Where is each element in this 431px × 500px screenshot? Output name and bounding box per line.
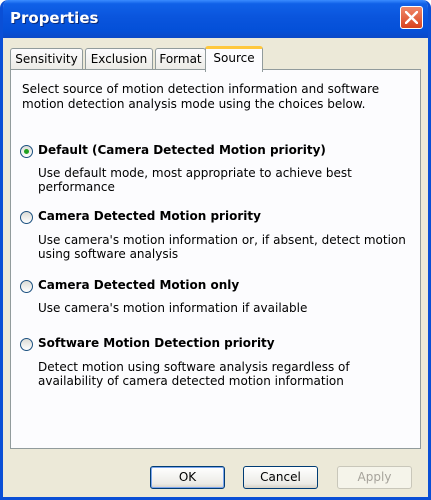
close-button[interactable] — [400, 6, 423, 29]
ok-button[interactable]: OK — [150, 466, 225, 489]
apply-button[interactable]: Apply — [337, 466, 412, 489]
source-panel: Select source of motion detection inform… — [10, 69, 421, 449]
tab-sensitivity[interactable]: Sensitivity — [10, 48, 83, 69]
tab-exclusion[interactable]: Exclusion — [85, 48, 153, 69]
intro-text: Select source of motion detection inform… — [22, 82, 380, 111]
description-software-priority: Detect motion using software analysis re… — [38, 360, 350, 388]
radio-button-default[interactable] — [20, 145, 33, 158]
description-camera-priority: Use camera's motion information or, if a… — [38, 233, 406, 261]
radio-label-camera-priority[interactable]: Camera Detected Motion priority — [38, 209, 261, 223]
window-title: Properties — [10, 9, 99, 27]
radio-label-default[interactable]: Default (Camera Detected Motion priority… — [38, 143, 326, 157]
description-camera-only: Use camera's motion information if avail… — [38, 301, 308, 315]
radio-button-software-priority[interactable] — [20, 338, 33, 351]
radio-button-camera-only[interactable] — [20, 280, 33, 293]
close-icon — [405, 11, 418, 24]
tab-source[interactable]: Source — [205, 46, 263, 72]
title-bar[interactable]: Properties — [3, 0, 428, 38]
radio-button-camera-priority[interactable] — [20, 211, 33, 224]
radio-label-software-priority[interactable]: Software Motion Detection priority — [38, 336, 275, 350]
radio-selected-dot — [24, 149, 29, 154]
tab-format[interactable]: Format — [155, 48, 206, 69]
radio-label-camera-only[interactable]: Camera Detected Motion only — [38, 278, 239, 292]
description-default: Use default mode, most appropriate to ac… — [38, 166, 352, 194]
cancel-button[interactable]: Cancel — [243, 466, 318, 489]
properties-dialog: Properties Sensitivity Exclusion Format … — [0, 0, 431, 500]
